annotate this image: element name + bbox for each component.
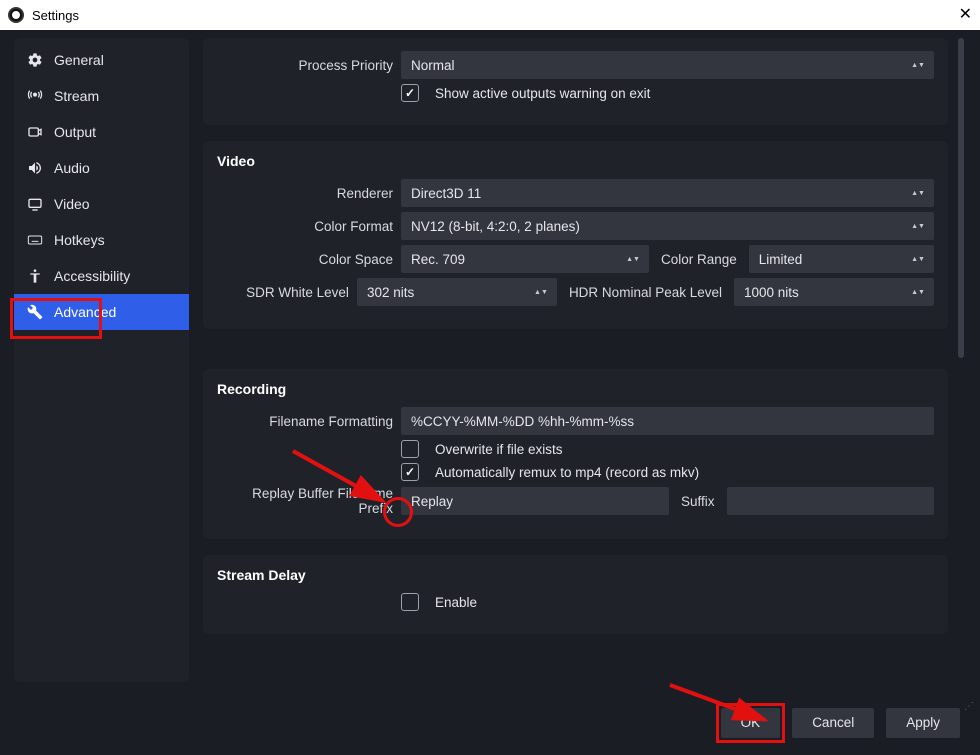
antenna-icon: [26, 87, 44, 105]
color-range-combo[interactable]: Limited ▲▼: [749, 245, 934, 273]
sdr-white-label: SDR White Level: [217, 285, 357, 300]
ok-button[interactable]: OK: [721, 708, 781, 738]
hdr-peak-spinner[interactable]: 1000 nits ▲▼: [734, 278, 934, 306]
spinner-arrows-icon: ▲▼: [912, 223, 924, 230]
renderer-value: Direct3D 11: [411, 186, 481, 201]
keyboard-icon: [26, 231, 44, 249]
title-bar: Settings ✕: [0, 0, 980, 30]
color-format-value: NV12 (8-bit, 4:2:0, 2 planes): [411, 219, 580, 234]
app-icon: [8, 7, 24, 23]
spinner-arrows-icon: ▲▼: [627, 256, 639, 263]
filename-formatting-label: Filename Formatting: [217, 414, 401, 429]
scrollbar[interactable]: [954, 38, 966, 682]
color-space-label: Color Space: [217, 252, 401, 267]
process-priority-value: Normal: [411, 58, 455, 73]
recording-section-title: Recording: [217, 381, 934, 397]
video-section-title: Video: [217, 153, 934, 169]
main-panel: Process Priority Normal ▲▼ Show active o…: [203, 38, 966, 682]
accessibility-icon: [26, 267, 44, 285]
sidebar-item-label: Stream: [54, 88, 177, 104]
color-space-combo[interactable]: Rec. 709 ▲▼: [401, 245, 649, 273]
spinner-arrows-icon: ▲▼: [912, 256, 924, 263]
renderer-label: Renderer: [217, 186, 401, 201]
sidebar-item-video[interactable]: Video: [14, 186, 189, 222]
show-active-outputs-label: Show active outputs warning on exit: [435, 86, 650, 101]
sidebar-item-advanced[interactable]: Advanced: [14, 294, 189, 330]
sidebar-item-general[interactable]: General: [14, 42, 189, 78]
close-icon[interactable]: ✕: [959, 7, 972, 23]
color-format-label: Color Format: [217, 219, 401, 234]
tools-icon: [26, 303, 44, 321]
output-icon: [26, 123, 44, 141]
overwrite-label: Overwrite if file exists: [435, 442, 563, 457]
stream-delay-section-title: Stream Delay: [217, 567, 934, 583]
sidebar-item-accessibility[interactable]: Accessibility: [14, 258, 189, 294]
filename-formatting-value: %CCYY-%MM-%DD %hh-%mm-%ss: [411, 414, 634, 429]
sidebar-item-label: Video: [54, 196, 177, 212]
footer: OK Cancel Apply ⋰: [0, 690, 980, 755]
cancel-button[interactable]: Cancel: [792, 708, 874, 738]
show-active-outputs-checkbox[interactable]: [401, 84, 419, 102]
overwrite-checkbox[interactable]: [401, 440, 419, 458]
suffix-label: Suffix: [677, 494, 719, 509]
replay-prefix-value: Replay: [411, 494, 453, 509]
sdr-white-value: 302 nits: [367, 285, 414, 300]
apply-button[interactable]: Apply: [886, 708, 960, 738]
sidebar: General Stream Output Audio Video: [14, 38, 189, 682]
sidebar-item-label: Accessibility: [54, 268, 177, 284]
hdr-peak-label: HDR Nominal Peak Level: [565, 285, 726, 300]
color-range-value: Limited: [759, 252, 803, 267]
process-priority-combo[interactable]: Normal ▲▼: [401, 51, 934, 79]
replay-prefix-label: Replay Buffer Filename Prefix: [217, 486, 401, 516]
sidebar-item-label: Audio: [54, 160, 177, 176]
color-format-combo[interactable]: NV12 (8-bit, 4:2:0, 2 planes) ▲▼: [401, 212, 934, 240]
auto-remux-checkbox[interactable]: [401, 463, 419, 481]
sidebar-item-label: Advanced: [54, 304, 177, 320]
stream-delay-enable-checkbox[interactable]: [401, 593, 419, 611]
stream-delay-enable-label: Enable: [435, 595, 477, 610]
spinner-arrows-icon: ▲▼: [912, 62, 924, 69]
auto-remux-label: Automatically remux to mp4 (record as mk…: [435, 465, 699, 480]
speaker-icon: [26, 159, 44, 177]
sidebar-item-output[interactable]: Output: [14, 114, 189, 150]
replay-prefix-field[interactable]: Replay: [401, 487, 669, 515]
sidebar-item-audio[interactable]: Audio: [14, 150, 189, 186]
resize-grip-icon[interactable]: ⋰: [964, 701, 976, 713]
sidebar-item-label: Output: [54, 124, 177, 140]
sidebar-item-stream[interactable]: Stream: [14, 78, 189, 114]
renderer-combo[interactable]: Direct3D 11 ▲▼: [401, 179, 934, 207]
filename-formatting-field[interactable]: %CCYY-%MM-%DD %hh-%mm-%ss: [401, 407, 934, 435]
spinner-arrows-icon: ▲▼: [535, 289, 547, 296]
hdr-peak-value: 1000 nits: [744, 285, 799, 300]
spinner-arrows-icon: ▲▼: [912, 289, 924, 296]
sdr-white-spinner[interactable]: 302 nits ▲▼: [357, 278, 557, 306]
spinner-arrows-icon: ▲▼: [912, 190, 924, 197]
color-space-value: Rec. 709: [411, 252, 465, 267]
sidebar-item-label: Hotkeys: [54, 232, 177, 248]
sidebar-item-hotkeys[interactable]: Hotkeys: [14, 222, 189, 258]
monitor-icon: [26, 195, 44, 213]
suffix-field[interactable]: [727, 487, 934, 515]
sidebar-item-label: General: [54, 52, 177, 68]
process-priority-label: Process Priority: [217, 58, 401, 73]
gear-icon: [26, 51, 44, 69]
color-range-label: Color Range: [657, 252, 741, 267]
scrollbar-thumb[interactable]: [958, 38, 964, 358]
window-title: Settings: [32, 8, 79, 23]
